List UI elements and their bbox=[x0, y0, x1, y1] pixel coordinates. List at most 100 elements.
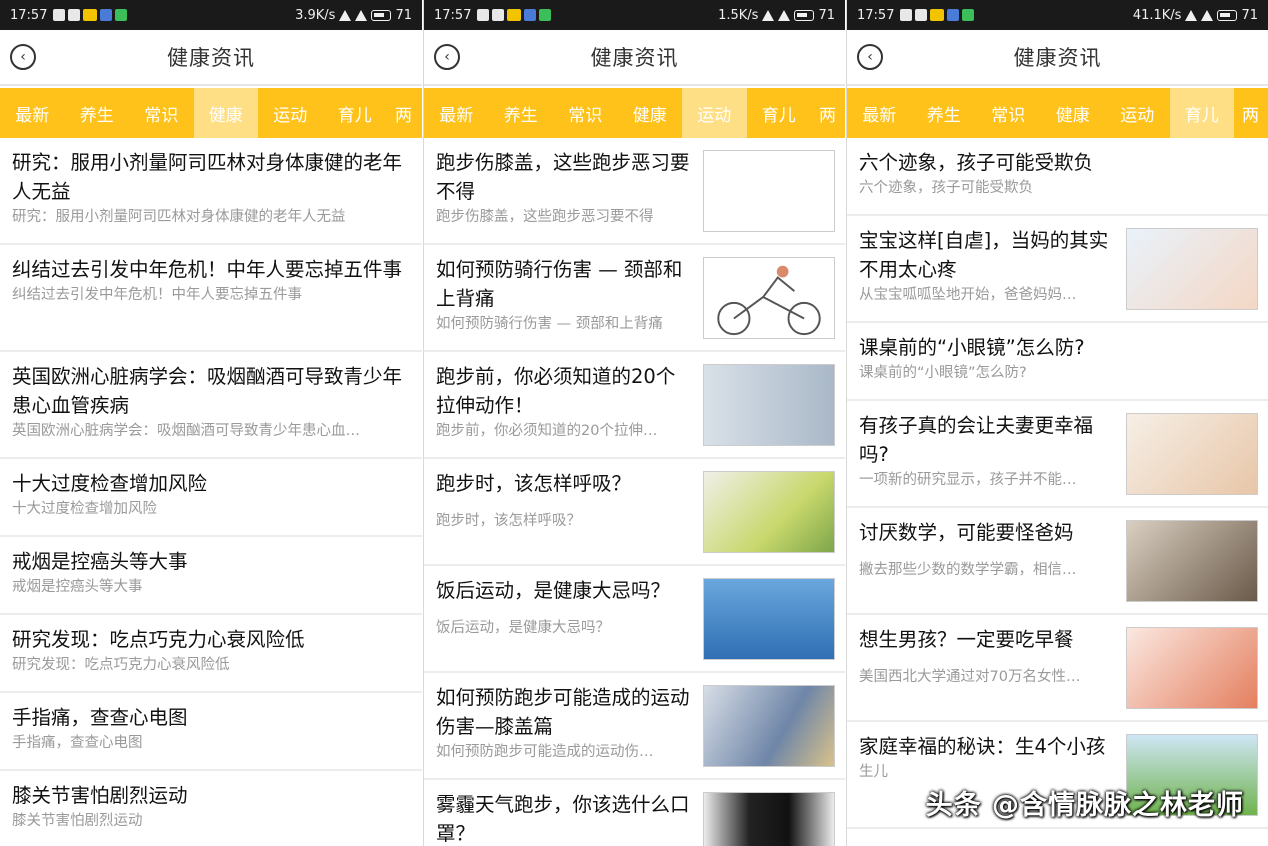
status-bar: 17:57 1.5K/s 71 bbox=[424, 0, 845, 30]
signal-icon bbox=[762, 9, 775, 21]
category-tabs: 最新 养生 常识 健康 运动 育儿 两 bbox=[847, 88, 1268, 138]
baby-thumbnail bbox=[1126, 228, 1258, 310]
article-summary: 跑步伤膝盖，这些跑步恶习要不得 bbox=[436, 209, 654, 225]
broken-image-thumbnail bbox=[703, 150, 835, 232]
list-item[interactable]: 跑步时，该怎样呼吸？ 跑步时，该怎样呼吸？ bbox=[424, 459, 845, 566]
list-item[interactable]: 戒烟是控癌头等大事 戒烟是控癌头等大事 bbox=[0, 537, 422, 615]
article-summary: 从宝宝呱呱坠地开始，爸爸妈妈… bbox=[859, 287, 1077, 303]
list-item[interactable]: 跑步伤膝盖，这些跑步恶习要不得 跑步伤膝盖，这些跑步恶习要不得 bbox=[424, 138, 845, 245]
notification-icons bbox=[900, 9, 975, 21]
tab-health[interactable]: 健康 bbox=[193, 88, 258, 138]
article-title: 家庭幸福的秘诀：生4个小孩 bbox=[859, 735, 1106, 758]
article-title: 研究：服用小剂量阿司匹林对身体康健的老年人无益 bbox=[12, 151, 403, 203]
tab-knowledge[interactable]: 常识 bbox=[976, 88, 1041, 138]
category-tabs: 最新 养生 常识 健康 运动 育儿 两 bbox=[0, 88, 422, 138]
app-notification-icon bbox=[539, 9, 552, 21]
article-title: 如何预防骑行伤害 — 颈部和上背痛 bbox=[436, 258, 683, 310]
app-header: ‹ 健康资讯 bbox=[847, 30, 1268, 86]
phone-screen-health: 17:57 3.9K/s 71 ‹ 健康资讯 最新 养生 常识 健康 运动 育儿… bbox=[0, 0, 422, 846]
battery-level: 71 bbox=[1241, 7, 1258, 23]
back-icon[interactable]: ‹ bbox=[857, 44, 883, 70]
tab-wellness[interactable]: 养生 bbox=[912, 88, 977, 138]
list-item[interactable]: 课桌前的“小眼镜”怎么防? 课桌前的“小眼镜”怎么防? bbox=[847, 323, 1268, 401]
wifi-icon bbox=[778, 9, 791, 21]
tab-latest[interactable]: 最新 bbox=[847, 88, 912, 138]
message-icon bbox=[492, 9, 505, 21]
tab-couples[interactable]: 两 bbox=[1234, 88, 1264, 138]
article-summary: 如何预防跑步可能造成的运动伤… bbox=[436, 744, 654, 760]
status-time: 17:57 bbox=[10, 7, 48, 23]
list-item[interactable]: 雾霾天气跑步，你该选什么口罩？ bbox=[424, 780, 845, 846]
article-summary: 膝关节害怕剧烈运动 bbox=[12, 813, 143, 829]
list-item[interactable]: 研究：服用小剂量阿司匹林对身体康健的老年人无益 研究：服用小剂量阿司匹林对身体康… bbox=[0, 138, 422, 245]
network-speed: 1.5K/s bbox=[718, 7, 759, 23]
list-item[interactable]: 想生男孩？一定要吃早餐 美国西北大学通过对70万名女性… bbox=[847, 615, 1268, 722]
article-summary: 研究发现：吃点巧克力心衰风险低 bbox=[12, 657, 230, 673]
app-notification-icon bbox=[962, 9, 975, 21]
category-tabs: 最新 养生 常识 健康 运动 育儿 两 bbox=[424, 88, 845, 138]
article-summary: 生儿 bbox=[859, 764, 888, 780]
list-item[interactable]: 六个迹象，孩子可能受欺负 六个迹象，孩子可能受欺负 bbox=[847, 138, 1268, 216]
battery-level: 71 bbox=[395, 7, 412, 23]
tab-sports[interactable]: 运动 bbox=[682, 88, 747, 138]
knee-anatomy-thumbnail bbox=[703, 685, 835, 767]
runner-breathing-thumbnail bbox=[703, 471, 835, 553]
article-summary: 课桌前的“小眼镜”怎么防? bbox=[859, 365, 1027, 381]
tab-sports[interactable]: 运动 bbox=[1105, 88, 1170, 138]
watermark: 头条 @含情脉脉之林老师 bbox=[925, 790, 1244, 821]
list-item[interactable]: 宝宝这样[自虐]，当妈的其实不用太心疼 从宝宝呱呱坠地开始，爸爸妈妈… bbox=[847, 216, 1268, 323]
child-thumbnail bbox=[1126, 413, 1258, 495]
tab-sports[interactable]: 运动 bbox=[258, 88, 323, 138]
article-title: 英国欧洲心脏病学会：吸烟酗酒可导致青少年患心血管疾病 bbox=[12, 365, 403, 417]
tab-health[interactable]: 健康 bbox=[618, 88, 683, 138]
message-icon bbox=[915, 9, 928, 21]
app-notification-icon bbox=[477, 9, 490, 21]
article-summary: 六个迹象，孩子可能受欺负 bbox=[859, 180, 1033, 196]
app-notification-icon bbox=[930, 9, 945, 21]
tab-latest[interactable]: 最新 bbox=[0, 88, 65, 138]
tab-knowledge[interactable]: 常识 bbox=[129, 88, 194, 138]
article-summary: 美国西北大学通过对70万名女性… bbox=[859, 669, 1081, 685]
signal-icon bbox=[1185, 9, 1198, 21]
article-title: 六个迹象，孩子可能受欺负 bbox=[859, 151, 1094, 174]
app-notification-icon bbox=[83, 9, 98, 21]
back-icon[interactable]: ‹ bbox=[10, 44, 36, 70]
list-item[interactable]: 如何预防骑行伤害 — 颈部和上背痛 如何预防骑行伤害 — 颈部和上背痛 bbox=[424, 245, 845, 352]
list-item[interactable]: 十大过度检查增加风险 十大过度检查增加风险 bbox=[0, 459, 422, 537]
tab-couples[interactable]: 两 bbox=[811, 88, 841, 138]
article-title: 跑步时，该怎样呼吸？ bbox=[436, 472, 632, 495]
tab-knowledge[interactable]: 常识 bbox=[553, 88, 618, 138]
list-item[interactable]: 英国欧洲心脏病学会：吸烟酗酒可导致青少年患心血管疾病 英国欧洲心脏病学会：吸烟酗… bbox=[0, 352, 422, 459]
list-item[interactable]: 跑步前，你必须知道的20个拉伸动作！ 跑步前，你必须知道的20个拉伸… bbox=[424, 352, 845, 459]
article-summary: 饭后运动，是健康大忌吗？ bbox=[436, 620, 610, 636]
pregnancy-thumbnail bbox=[1126, 627, 1258, 709]
article-title: 雾霾天气跑步，你该选什么口罩？ bbox=[436, 793, 690, 845]
list-item[interactable]: 有孩子真的会让夫妻更幸福吗? 一项新的研究显示，孩子并不能… bbox=[847, 401, 1268, 508]
page-title: 健康资讯 bbox=[1013, 46, 1102, 70]
tab-health[interactable]: 健康 bbox=[1041, 88, 1106, 138]
back-icon[interactable]: ‹ bbox=[434, 44, 460, 70]
list-item[interactable]: 手指痛，查查心电图 手指痛，查查心电图 bbox=[0, 693, 422, 771]
status-bar: 17:57 3.9K/s 71 bbox=[0, 0, 422, 30]
tab-parenting[interactable]: 育儿 bbox=[747, 88, 812, 138]
article-title: 膝关节害怕剧烈运动 bbox=[12, 784, 188, 807]
tab-couples[interactable]: 两 bbox=[387, 88, 417, 138]
tab-wellness[interactable]: 养生 bbox=[489, 88, 554, 138]
student-thumbnail bbox=[1126, 520, 1258, 602]
tab-parenting[interactable]: 育儿 bbox=[323, 88, 388, 138]
article-title: 想生男孩？一定要吃早餐 bbox=[859, 628, 1074, 651]
article-list: 六个迹象，孩子可能受欺负 六个迹象，孩子可能受欺负 宝宝这样[自虐]，当妈的其实… bbox=[847, 138, 1268, 829]
thinker-statue-thumbnail bbox=[703, 578, 835, 660]
tab-parenting[interactable]: 育儿 bbox=[1169, 88, 1234, 138]
tab-wellness[interactable]: 养生 bbox=[65, 88, 130, 138]
cyclist-thumbnail bbox=[703, 257, 835, 339]
list-item[interactable]: 研究发现：吃点巧克力心衰风险低 研究发现：吃点巧克力心衰风险低 bbox=[0, 615, 422, 693]
list-item[interactable]: 饭后运动，是健康大忌吗？ 饭后运动，是健康大忌吗？ bbox=[424, 566, 845, 673]
battery-icon bbox=[1217, 9, 1238, 21]
list-item[interactable]: 膝关节害怕剧烈运动 膝关节害怕剧烈运动 bbox=[0, 771, 422, 846]
network-speed: 41.1K/s bbox=[1132, 7, 1182, 23]
list-item[interactable]: 讨厌数学，可能要怪爸妈 撇去那些少数的数学学霸，相信… bbox=[847, 508, 1268, 615]
tab-latest[interactable]: 最新 bbox=[424, 88, 489, 138]
list-item[interactable]: 如何预防跑步可能造成的运动伤害—膝盖篇 如何预防跑步可能造成的运动伤… bbox=[424, 673, 845, 780]
list-item[interactable]: 纠结过去引发中年危机！中年人要忘掉五件事 纠结过去引发中年危机！中年人要忘掉五件… bbox=[0, 245, 422, 352]
